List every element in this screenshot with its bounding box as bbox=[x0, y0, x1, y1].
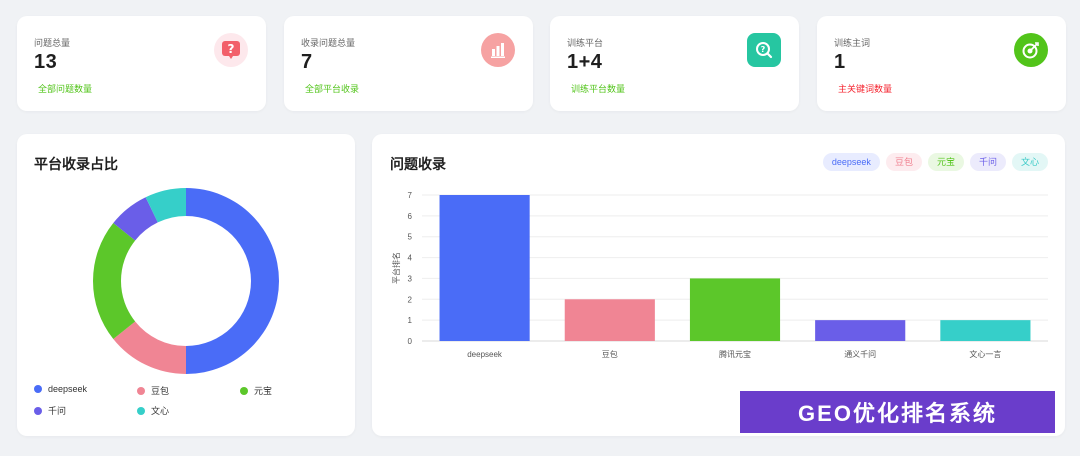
stat-label: 问题总量 bbox=[34, 38, 71, 48]
bar-3[interactable] bbox=[815, 320, 906, 341]
x-tick-label: 腾讯元宝 bbox=[719, 349, 751, 359]
stat-card-indexed-questions: 收录问题总量 7 全部平台收录 bbox=[284, 16, 533, 111]
x-tick-label: 通义千问 bbox=[844, 349, 876, 359]
stat-card-training-platforms: 训练平台 1+4 训练平台数量 ? bbox=[550, 16, 799, 111]
y-tick-label: 4 bbox=[408, 254, 413, 263]
x-tick-label: 文心一言 bbox=[969, 349, 1001, 359]
legend-label: deepseek bbox=[48, 384, 88, 394]
chip-qianwen[interactable]: 千问 bbox=[969, 153, 1006, 171]
x-tick-label: deepseek bbox=[467, 350, 503, 359]
search-circle-icon: ? bbox=[747, 33, 781, 67]
chip-yuanbao[interactable]: 元宝 bbox=[927, 153, 964, 171]
y-tick-label: 3 bbox=[408, 274, 413, 283]
stat-label: 收录问题总量 bbox=[301, 38, 356, 48]
pie-slice-2[interactable] bbox=[93, 223, 136, 339]
x-tick-label: 豆包 bbox=[602, 349, 618, 359]
y-tick-label: 1 bbox=[408, 316, 413, 325]
legend-item[interactable]: 豆包 bbox=[137, 384, 169, 397]
legend-item[interactable]: deepseek bbox=[34, 384, 87, 394]
bar-chart-icon bbox=[481, 33, 515, 67]
bar-1[interactable] bbox=[564, 299, 655, 341]
legend-label: 千问 bbox=[48, 406, 67, 416]
question-bubble-icon: ? bbox=[214, 33, 248, 67]
y-tick-label: 6 bbox=[408, 212, 413, 221]
legend-item[interactable]: 千问 bbox=[34, 404, 66, 417]
chip-deepseek[interactable]: deepseek bbox=[822, 153, 880, 171]
legend-item[interactable]: 元宝 bbox=[240, 384, 272, 397]
stat-value: 1 bbox=[834, 51, 846, 73]
stat-sub: 全部问题数量 bbox=[38, 84, 93, 94]
stat-label: 训练主词 bbox=[834, 38, 871, 48]
y-tick-label: 5 bbox=[408, 233, 413, 242]
y-tick-label: 2 bbox=[408, 295, 413, 304]
chip-wenxin[interactable]: 文心 bbox=[1011, 153, 1048, 171]
legend-label: 元宝 bbox=[254, 386, 273, 396]
y-axis-label: 平台排名 bbox=[391, 252, 401, 284]
legend-dot bbox=[137, 386, 145, 395]
legend-dot bbox=[34, 385, 42, 393]
platform-share-card: 平台收录占比 deepseek 豆包 元宝千问 文心 bbox=[17, 134, 355, 436]
stat-value: 1+4 bbox=[567, 51, 603, 73]
svg-text:?: ? bbox=[228, 42, 235, 56]
target-icon bbox=[1014, 33, 1048, 67]
stat-label: 训练平台 bbox=[567, 38, 604, 48]
chip-doubao[interactable]: 豆包 bbox=[885, 153, 922, 171]
watermark-banner: GEO优化排名系统 bbox=[740, 391, 1055, 433]
bar-0[interactable] bbox=[439, 195, 530, 341]
card-title: 问题收录 bbox=[390, 156, 446, 172]
bar-2[interactable] bbox=[689, 278, 781, 341]
legend-label: 豆包 bbox=[151, 386, 170, 396]
svg-text:?: ? bbox=[761, 45, 766, 54]
stat-value: 7 bbox=[301, 51, 313, 73]
y-tick-label: 0 bbox=[408, 337, 413, 346]
stat-sub: 训练平台数量 bbox=[571, 84, 626, 94]
card-title: 平台收录占比 bbox=[34, 156, 118, 172]
stat-sub: 主关键词数量 bbox=[838, 84, 893, 94]
stat-card-main-keywords: 训练主词 1 主关键词数量 bbox=[817, 16, 1066, 111]
stat-value: 13 bbox=[34, 51, 58, 73]
bar-4[interactable] bbox=[940, 320, 1031, 341]
legend-dot bbox=[240, 386, 248, 395]
stat-sub: 全部平台收录 bbox=[305, 84, 360, 94]
legend-item[interactable]: 文心 bbox=[137, 404, 169, 417]
legend-dot bbox=[34, 406, 42, 415]
legend-label: 文心 bbox=[151, 406, 170, 416]
y-tick-label: 7 bbox=[408, 191, 413, 200]
platform-filter-chips: deepseek 豆包 元宝 千问 文心 bbox=[822, 153, 1048, 171]
stat-card-total-questions: 问题总量 13 全部问题数量 ? bbox=[17, 16, 266, 111]
legend-dot bbox=[137, 406, 145, 415]
pie-slice-0[interactable] bbox=[186, 188, 279, 374]
